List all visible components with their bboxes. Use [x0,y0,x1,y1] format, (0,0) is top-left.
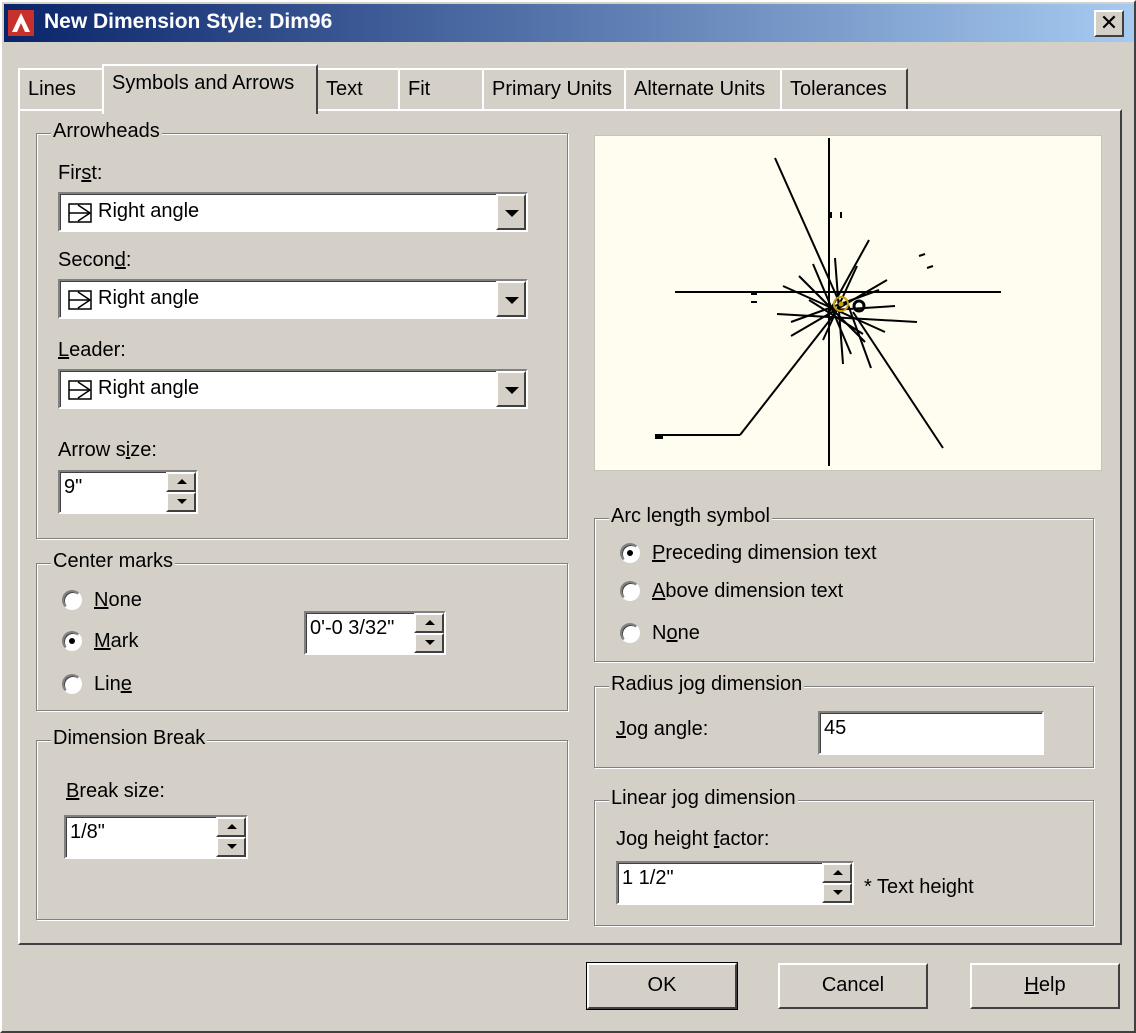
window-title: New Dimension Style: Dim96 [44,10,333,33]
autocad-app-icon [8,10,34,36]
arrowheads-group-label: Arrowheads [51,120,162,143]
title-bar: New Dimension Style: Dim96 ✕ [4,4,1134,42]
center-mark-size-value[interactable]: 0'-0 3/32" [310,617,394,640]
jog-angle-input[interactable]: 45 [818,711,1044,755]
dimension-break-group-label: Dimension Break [51,727,208,750]
jog-height-label: Jog height factor: [616,828,770,850]
center-none-radio[interactable] [62,590,82,610]
chevron-down-icon [425,640,435,645]
dialog-window: New Dimension Style: Dim96 ✕ Lines Symbo… [0,0,1136,1033]
second-arrow-dropdown-button[interactable] [496,281,526,317]
radio-selected-dot [69,638,75,644]
first-arrow-label: First: [58,162,103,184]
center-mark-radio[interactable] [62,631,82,651]
leader-arrow-combo[interactable]: Right angle [58,369,528,409]
cancel-button[interactable]: Cancel [778,963,928,1009]
spin-up-button[interactable] [166,472,196,492]
break-size-value[interactable]: 1/8" [70,821,105,844]
chevron-up-icon [425,620,435,625]
arrow-size-label: Arrow size: [58,439,157,461]
tab-symbols-and-arrows[interactable]: Symbols and Arrows [102,64,318,114]
tab-tolerances[interactable]: Tolerances [780,68,908,110]
radio-selected-dot [627,550,633,556]
arc-length-group-label: Arc length symbol [609,505,772,528]
linear-jog-group-label: Linear jog dimension [609,787,798,810]
spin-up-button[interactable] [414,613,444,633]
first-arrow-value: Right angle [98,200,200,222]
second-arrow-value: Right angle [98,287,200,309]
arc-preceding-label: Preceding dimension text [652,542,877,564]
arc-none-label: None [652,622,700,644]
preview-drawing [655,138,1001,466]
spin-down-button[interactable] [414,633,444,653]
second-arrow-label: Second: [58,249,132,271]
chevron-down-icon [177,499,187,504]
center-line-label: Line [94,673,132,695]
tab-alternate-units[interactable]: Alternate Units [624,68,782,110]
jog-height-spin-buttons [822,863,852,903]
chevron-up-icon [177,479,187,484]
chevron-up-icon [227,824,237,829]
break-size-spin-buttons [216,817,246,857]
chevron-down-icon [227,844,237,849]
tab-lines[interactable]: Lines [18,68,104,110]
right-angle-arrow-icon [68,290,92,310]
jog-height-spinner[interactable]: 1 1/2" [616,861,854,905]
help-button[interactable]: Help [970,963,1120,1009]
leader-arrow-label: Leader: [58,339,126,361]
arc-above-label: Above dimension text [652,580,844,602]
break-size-label: Break size: [66,780,165,802]
chevron-up-icon [833,870,843,875]
first-arrow-dropdown-button[interactable] [496,194,526,230]
text-height-suffix: * Text height [864,876,974,898]
center-line-radio[interactable] [62,674,82,694]
spin-down-button[interactable] [822,883,852,903]
center-none-label: None [94,589,142,611]
jog-angle-label: Jog angle: [616,718,709,740]
radius-jog-group-label: Radius jog dimension [609,673,805,696]
arrow-size-spin-buttons [166,472,196,512]
spin-down-button[interactable] [166,492,196,512]
arrow-size-spinner[interactable]: 9" [58,470,198,514]
center-mark-size-spinner[interactable]: 0'-0 3/32" [304,611,446,655]
right-angle-arrow-icon [68,203,92,223]
center-marks-group-label: Center marks [51,550,176,573]
spin-up-button[interactable] [822,863,852,883]
close-button[interactable]: ✕ [1094,10,1124,37]
leader-arrow-value: Right angle [98,377,200,399]
jog-height-value[interactable]: 1 1/2" [622,867,674,890]
chevron-down-icon [505,210,519,217]
leader-arrow-dropdown-button[interactable] [496,371,526,407]
arrow-size-value[interactable]: 9" [64,476,82,499]
chevron-down-icon [505,387,519,394]
right-angle-arrow-icon [68,380,92,400]
tab-primary-units[interactable]: Primary Units [482,68,626,110]
jog-angle-value[interactable]: 45 [824,717,846,740]
center-mark-size-spin-buttons [414,613,444,653]
arc-none-radio[interactable] [620,623,640,643]
tab-text[interactable]: Text [316,68,400,110]
ok-button[interactable]: OK [586,962,738,1010]
second-arrow-combo[interactable]: Right angle [58,279,528,319]
dimension-preview [594,135,1102,471]
center-mark-label: Mark [94,630,139,652]
arc-preceding-radio[interactable] [620,543,640,563]
chevron-down-icon [833,890,843,895]
chevron-down-icon [505,297,519,304]
arc-above-radio[interactable] [620,581,640,601]
spin-down-button[interactable] [216,837,246,857]
tab-fit[interactable]: Fit [398,68,484,110]
spin-up-button[interactable] [216,817,246,837]
break-size-spinner[interactable]: 1/8" [64,815,248,859]
first-arrow-combo[interactable]: Right angle [58,192,528,232]
